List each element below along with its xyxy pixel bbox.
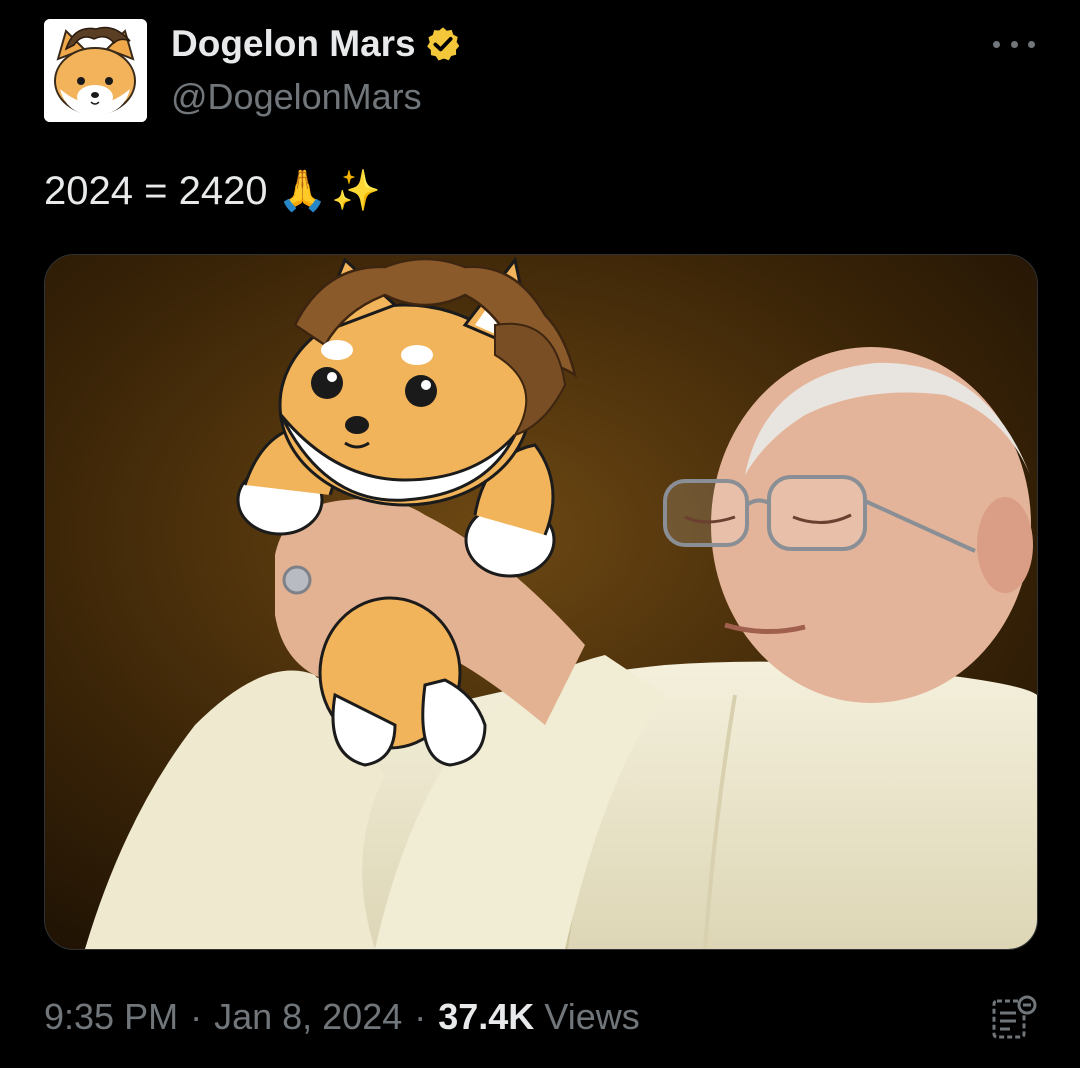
display-name[interactable]: Dogelon Mars <box>171 22 416 66</box>
separator-dot: · <box>414 996 427 1037</box>
media-illustration <box>45 255 1037 949</box>
avatar[interactable] <box>44 19 147 122</box>
post-analytics-icon <box>992 995 1037 1039</box>
verified-badge-icon[interactable] <box>424 25 462 63</box>
analytics-button[interactable] <box>990 993 1038 1041</box>
sparkles-emoji: ✨ <box>331 168 382 214</box>
tweet-text: 2024 = 2420 🙏 ✨ <box>44 166 381 216</box>
tweet-time[interactable]: 9:35 PM <box>44 993 178 1041</box>
more-options-button[interactable] <box>993 29 1035 59</box>
dogelon-avatar-icon <box>44 19 147 122</box>
tweet-media-image[interactable] <box>44 254 1038 950</box>
tweet-body: 2024 = 2420 <box>44 169 268 213</box>
dot-icon <box>993 40 1000 48</box>
dot-icon <box>1028 40 1035 48</box>
separator-dot: · <box>190 996 203 1037</box>
tweet-date[interactable]: Jan 8, 2024 <box>214 993 402 1041</box>
author-name-row[interactable]: Dogelon Mars <box>171 22 462 66</box>
views-count: 37.4K <box>438 996 535 1037</box>
tweet-meta: 9:35 PM · Jan 8, 2024 · 37.4K Views <box>44 993 640 1041</box>
author-handle[interactable]: @DogelonMars <box>171 75 422 119</box>
views-label: Views <box>544 996 640 1037</box>
folded-hands-emoji: 🙏 <box>277 168 328 214</box>
dot-icon <box>1010 40 1018 48</box>
